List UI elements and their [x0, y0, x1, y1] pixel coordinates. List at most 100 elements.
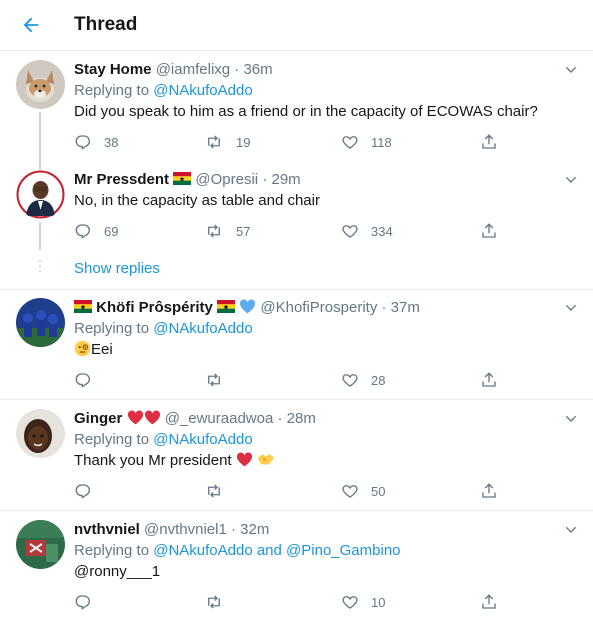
user-handle[interactable]: @KhofiProsperity [260, 299, 377, 316]
thread-line [39, 222, 41, 250]
replying-prefix: Replying to [74, 431, 150, 448]
avatar[interactable] [16, 520, 65, 569]
tweet-text[interactable]: @ronny___1 [74, 562, 559, 582]
avatar[interactable] [16, 298, 65, 347]
retweet-button[interactable]: 57 [204, 221, 250, 241]
replying-to: Replying to @NAkufoAddo [74, 319, 559, 339]
mention-link[interactable]: @NAkufoAddo [153, 82, 252, 99]
share-button[interactable] [480, 481, 498, 501]
red-heart-icon [236, 452, 252, 467]
tweet-body: Thank you Mr president [74, 451, 559, 471]
tweet-khofi-prosperity[interactable]: Khöfi Prôspérity @KhofiProsperity · 37m … [0, 290, 593, 400]
timestamp[interactable]: 36m [243, 61, 272, 78]
reply-button[interactable]: 38 [74, 132, 118, 152]
red-heart-icon [127, 410, 143, 425]
header-bar: Thread [0, 0, 593, 51]
like-count: 28 [371, 372, 386, 388]
reply-button[interactable]: 69 [74, 221, 118, 241]
show-replies-link[interactable]: Show replies [74, 260, 160, 277]
display-name[interactable]: Khöfi Prôspérity [96, 299, 213, 316]
tweet-body: Eei [74, 340, 559, 360]
share-icon [482, 134, 496, 149]
timestamp[interactable]: 29m [271, 171, 300, 188]
retweet-icon [208, 373, 220, 387]
tweet-text: Did you speak to him as a friend or in t… [74, 103, 538, 120]
like-count: 50 [371, 483, 386, 499]
retweet-button[interactable]: 19 [204, 132, 250, 152]
share-icon [482, 483, 496, 498]
heart-outline-icon [342, 485, 358, 498]
mention-link[interactable]: @NAkufoAddo [153, 542, 252, 559]
share-icon [482, 223, 496, 238]
like-button[interactable]: 50 [341, 481, 385, 501]
tweet-stay-home[interactable]: Stay Home @iamfelixg · 36m Replying to @… [0, 52, 593, 170]
like-count: 118 [371, 134, 392, 150]
page-title: Thread [74, 14, 138, 35]
user-handle[interactable]: @_ewuraadwoa [165, 410, 274, 427]
retweet-icon [208, 135, 220, 149]
heart-outline-icon [342, 136, 358, 149]
chevron-down-icon[interactable] [563, 522, 579, 538]
like-button[interactable]: 334 [341, 221, 393, 241]
retweet-icon [208, 595, 220, 609]
retweet-count: 57 [236, 223, 251, 239]
heart-outline-icon [342, 374, 358, 387]
retweet-button[interactable] [204, 592, 236, 612]
separator-dot: · [277, 410, 283, 427]
avatar[interactable] [16, 409, 65, 458]
reply-button[interactable] [74, 370, 104, 390]
reply-button[interactable] [74, 592, 104, 612]
chevron-down-icon[interactable] [563, 172, 579, 188]
like-button[interactable]: 118 [341, 132, 392, 152]
share-icon [482, 594, 496, 609]
retweet-button[interactable] [204, 481, 236, 501]
handshake-emoji-icon [257, 454, 275, 465]
chevron-down-icon[interactable] [563, 62, 579, 78]
reply-icon [75, 484, 90, 499]
chevron-down-icon[interactable] [563, 300, 579, 316]
user-handle[interactable]: @iamfelixg [156, 61, 230, 78]
blue-heart-icon [240, 299, 256, 314]
heart-outline-icon [342, 225, 358, 238]
like-button[interactable]: 28 [341, 370, 385, 390]
reply-icon [75, 224, 90, 239]
mention-link[interactable]: @Pino_Gambino [286, 542, 400, 559]
reply-count: 69 [104, 223, 119, 239]
ghana-flag-icon [173, 172, 192, 185]
avatar[interactable] [16, 60, 65, 109]
ghana-flag-icon [217, 300, 236, 313]
user-handle[interactable]: @Opresii [195, 171, 258, 188]
mention-link[interactable]: @NAkufoAddo [153, 431, 252, 448]
arrow-left-icon [23, 17, 39, 33]
avatar[interactable] [16, 170, 65, 219]
tweet-nvthvniel[interactable]: nvthvniel @nvthvniel1 · 32m Replying to … [0, 512, 593, 628]
like-button[interactable]: 10 [341, 592, 385, 612]
red-heart-icon [144, 410, 160, 425]
display-name[interactable]: nvthvniel [74, 521, 140, 538]
chevron-down-icon[interactable] [563, 411, 579, 427]
share-button[interactable] [480, 132, 498, 152]
replying-and: and [256, 542, 282, 559]
timestamp[interactable]: 32m [240, 521, 269, 538]
reply-button[interactable] [74, 481, 104, 501]
retweet-button[interactable] [204, 370, 236, 390]
thread-gap-dots [39, 260, 41, 278]
mention-link[interactable]: @NAkufoAddo [153, 320, 252, 337]
share-icon [482, 372, 496, 387]
share-button[interactable] [480, 592, 498, 612]
separator-dot: · [234, 61, 240, 78]
tweet-text: No, in the capacity as table and chair [74, 192, 320, 209]
share-button[interactable] [480, 221, 498, 241]
display-name[interactable]: Mr Pressdent [74, 171, 169, 188]
display-name[interactable]: Stay Home [74, 61, 152, 78]
timestamp[interactable]: 28m [287, 410, 316, 427]
user-handle[interactable]: @nvthvniel1 [144, 521, 227, 538]
tweet-text: Thank you Mr president [74, 452, 232, 469]
replying-prefix: Replying to [74, 320, 150, 337]
back-button[interactable] [18, 12, 44, 38]
tweet-ginger[interactable]: Ginger @_ewuraadwoa · 28m Replying to @N… [0, 401, 593, 511]
timestamp[interactable]: 37m [391, 299, 420, 316]
tweet-mr-pressdent[interactable]: Mr Pressdent @Opresii · 29m No, in the c… [0, 162, 593, 252]
display-name[interactable]: Ginger [74, 410, 122, 427]
share-button[interactable] [480, 370, 498, 390]
